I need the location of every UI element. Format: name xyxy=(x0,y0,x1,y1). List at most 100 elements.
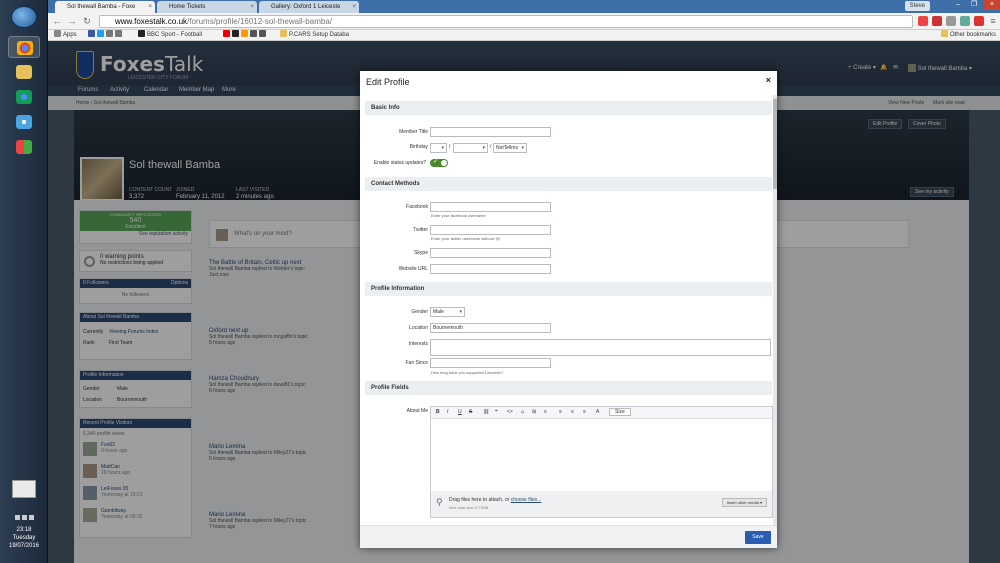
web-icon xyxy=(106,30,113,37)
windows-taskbar: 23:18 Tuesday 19/07/2016 xyxy=(0,0,48,563)
link-icon[interactable]: ⛓ xyxy=(483,409,489,415)
section-profile-information: Profile Information xyxy=(365,282,772,296)
taskbar-chrome-2[interactable] xyxy=(8,86,40,108)
start-button[interactable] xyxy=(11,6,37,28)
spoiler-icon[interactable]: ≡ xyxy=(544,409,547,415)
taskbar-explorer[interactable] xyxy=(8,61,40,83)
extension-icon[interactable] xyxy=(918,16,928,26)
bookmark-bbc[interactable]: BBC Sport - Football xyxy=(138,30,202,41)
choose-files-link[interactable]: choose files... xyxy=(511,497,542,503)
twitter-input[interactable] xyxy=(430,225,551,235)
extension-icon[interactable] xyxy=(974,16,984,26)
strike-button[interactable]: S xyxy=(469,409,472,415)
back-icon[interactable]: ← xyxy=(52,16,62,26)
emoticon-icon[interactable]: ☺ xyxy=(520,409,525,415)
tab-profile-label: Sol thewall Bamba - Foxe xyxy=(67,4,136,10)
close-tab-icon[interactable]: × xyxy=(352,1,356,13)
chrome-window: Sol thewall Bamba - Foxe × Home Tickets × … xyxy=(48,0,1000,563)
bookmark-icons-2[interactable] xyxy=(223,30,268,41)
insert-media-button[interactable]: Insert other media ▾ xyxy=(721,498,767,507)
fan-since-input[interactable] xyxy=(430,358,551,368)
birthday-day-select[interactable] xyxy=(453,143,488,153)
fan-since-label: Fan Since xyxy=(405,360,428,366)
scrollbar-thumb[interactable] xyxy=(773,99,777,189)
about-me-editor[interactable]: B I U S ⛓ ❝ <> ☺ ⊞ ≡ ≡ ≡ ≡ A Size ⚲ Drag… xyxy=(430,406,773,518)
modal-footer: Save xyxy=(360,525,777,548)
volume-icon[interactable] xyxy=(28,515,34,520)
close-icon[interactable]: × xyxy=(766,75,771,85)
facebook-input[interactable] xyxy=(430,202,551,212)
skype-label: Skype xyxy=(414,250,428,256)
modal-scrollbar[interactable] xyxy=(773,95,777,525)
twitter-label: Twitter xyxy=(413,227,428,233)
location-input[interactable] xyxy=(430,323,551,333)
facebook-hint: Enter your facebook username xyxy=(431,213,486,218)
save-button[interactable]: Save xyxy=(745,531,771,544)
taskbar-itunes[interactable] xyxy=(8,111,40,133)
reload-icon[interactable]: ↻ xyxy=(82,16,92,26)
tab-home-tickets[interactable]: Home Tickets × xyxy=(157,1,257,13)
close-tab-icon[interactable]: × xyxy=(148,1,152,13)
clock-time[interactable]: 23:18 xyxy=(0,526,48,534)
extension-icon[interactable] xyxy=(960,16,970,26)
chrome-user-button[interactable]: Steve xyxy=(904,1,930,11)
member-title-label: Member Title xyxy=(399,129,428,135)
website-label: Website URL xyxy=(398,266,428,272)
folder-icon xyxy=(16,65,32,79)
network-icon[interactable] xyxy=(21,515,27,520)
interests-textarea[interactable] xyxy=(430,339,771,356)
extension-icon[interactable] xyxy=(932,16,942,26)
attach-area[interactable]: ⚲ Drag files here to attach, or choose f… xyxy=(431,491,772,517)
pen-input-icon[interactable] xyxy=(12,480,36,498)
forward-icon[interactable]: → xyxy=(67,16,77,26)
web-icon xyxy=(115,30,122,37)
member-title-input[interactable] xyxy=(430,127,551,137)
tab-profile[interactable]: Sol thewall Bamba - Foxe × xyxy=(55,1,155,13)
code-icon[interactable]: <> xyxy=(507,409,513,415)
chrome-icon xyxy=(17,41,33,55)
align-left-icon[interactable]: ≡ xyxy=(559,409,562,415)
url-host: www.foxestalk.co.uk xyxy=(115,17,188,26)
list-icon[interactable]: ≡ xyxy=(571,409,574,415)
quote-icon[interactable]: ❝ xyxy=(495,409,498,415)
close-tab-icon[interactable]: × xyxy=(250,1,254,13)
date-separator: / xyxy=(490,144,492,150)
font-color-icon[interactable]: A xyxy=(596,409,599,415)
birthday-label: Birthday xyxy=(409,144,428,150)
chrome-icon-2 xyxy=(16,90,32,104)
clock-date: 19/07/2016 xyxy=(8,543,40,549)
other-bookmarks[interactable]: Other bookmarks xyxy=(940,30,996,41)
taskbar-office[interactable] xyxy=(8,136,40,158)
address-bar[interactable]: www.foxestalk.co.uk/forums/profile/16012… xyxy=(99,15,913,28)
bookmark-icon xyxy=(250,30,257,37)
website-input[interactable] xyxy=(430,264,551,274)
birthday-year-select[interactable]: NotTellms xyxy=(493,143,527,153)
underline-button[interactable]: U xyxy=(458,409,462,415)
flag-icon[interactable] xyxy=(14,515,20,520)
bookmark-apps[interactable]: Apps xyxy=(54,30,77,41)
menu-icon[interactable]: ≡ xyxy=(988,16,998,26)
numbered-list-icon[interactable]: ≡ xyxy=(583,409,586,415)
extension-icon[interactable] xyxy=(946,16,956,26)
gender-select[interactable]: Male xyxy=(430,307,465,317)
maximize-icon[interactable]: ❐ xyxy=(966,0,982,10)
status-updates-toggle[interactable]: ✓ xyxy=(430,159,448,167)
fan-since-hint: How long have you supported Leicester? xyxy=(431,370,504,375)
bookmarks-bar: Apps BBC Sport - Football P.CARS Setup D… xyxy=(48,30,1000,41)
section-contact-methods: Contact Methods xyxy=(365,177,772,191)
skype-input[interactable] xyxy=(430,248,551,258)
minimize-icon[interactable]: – xyxy=(950,0,966,10)
bookmark-pcars[interactable]: P.CARS Setup Databa xyxy=(280,30,349,41)
amazon-icon xyxy=(232,30,239,37)
tab-gallery[interactable]: Gallery: Oxford 1 Leiceste × xyxy=(259,1,359,13)
bold-button[interactable]: B xyxy=(436,409,440,415)
birthday-month-select[interactable] xyxy=(430,143,447,153)
modal-body[interactable]: Basic Info Member Title Birthday / / Not… xyxy=(360,95,777,525)
italic-button[interactable]: I xyxy=(447,409,448,415)
interests-label: Interests xyxy=(408,341,428,347)
taskbar-chrome[interactable] xyxy=(8,36,40,58)
font-size-select[interactable]: Size xyxy=(609,408,631,416)
table-icon[interactable]: ⊞ xyxy=(532,409,536,415)
bookmark-icons[interactable] xyxy=(88,30,124,41)
close-window-icon[interactable]: × xyxy=(984,0,1000,10)
